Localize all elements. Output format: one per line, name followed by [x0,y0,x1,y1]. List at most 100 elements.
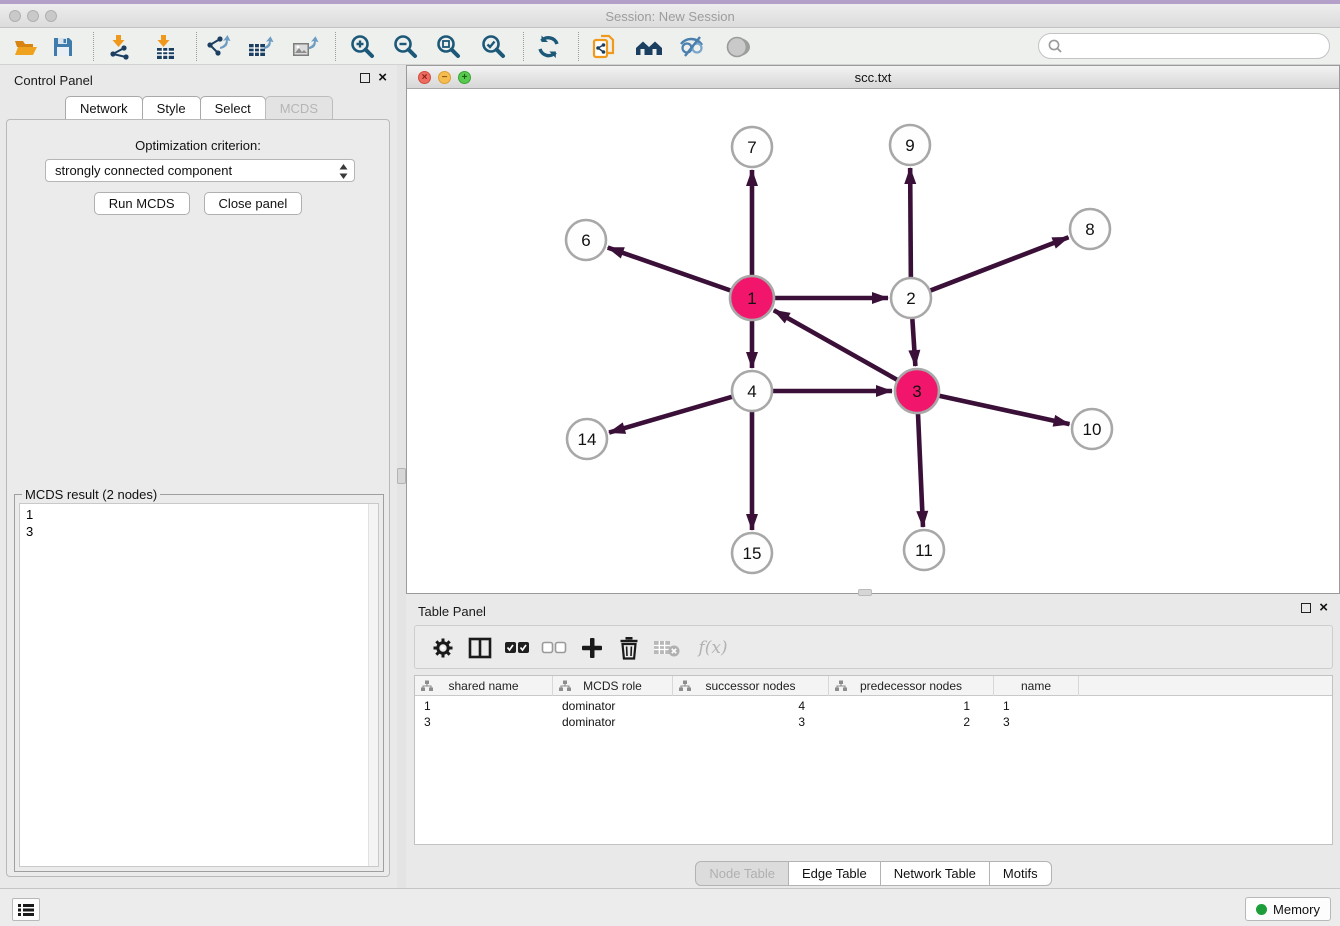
memory-button[interactable]: Memory [1245,897,1331,921]
delete-table-icon[interactable] [653,634,681,662]
graph-node-6[interactable]: 6 [566,220,606,260]
close-table-panel-icon[interactable]: × [1319,603,1328,613]
cell[interactable]: dominator [553,698,673,714]
close-panel-icon[interactable]: × [378,73,387,83]
edge-2-3[interactable] [912,318,915,366]
cell[interactable]: dominator [553,714,673,730]
column-header-predecessor-nodes[interactable]: predecessor nodes [829,676,994,696]
tab-network[interactable]: Network [65,96,143,120]
gear-icon[interactable] [429,634,457,662]
graph-node-7[interactable]: 7 [732,127,772,167]
save-session-icon[interactable] [49,33,77,61]
main-titlebar: Session: New Session [0,4,1340,28]
cell[interactable]: 4 [673,698,829,714]
horizontal-divider-grip[interactable] [858,589,872,596]
float-table-panel-icon[interactable] [1301,603,1311,613]
tab-network-table[interactable]: Network Table [880,861,990,886]
import-network-icon[interactable] [106,33,134,61]
open-session-icon[interactable] [12,33,40,61]
column-header-name[interactable]: name [994,676,1079,696]
node-label: 3 [912,382,921,401]
deselect-all-icon[interactable] [540,634,568,662]
columns-icon[interactable] [466,634,494,662]
tab-select[interactable]: Select [200,96,266,120]
export-network-icon[interactable] [204,33,232,61]
mcds-result-text[interactable]: 13 [19,503,379,867]
cell[interactable]: 3 [673,714,829,730]
search-input[interactable] [1067,39,1329,54]
tab-motifs[interactable]: Motifs [989,861,1052,886]
cell[interactable]: 1 [994,698,1079,714]
graph-node-3[interactable]: 3 [895,369,939,413]
tree-icon [679,680,691,692]
edge-3-1[interactable] [774,310,898,380]
edge-1-6[interactable] [608,248,732,291]
eye-icon[interactable] [723,33,751,61]
graph-node-1[interactable]: 1 [730,276,774,320]
task-history-button[interactable] [12,898,40,921]
graph-node-14[interactable]: 14 [567,419,607,459]
refresh-icon[interactable] [535,33,563,61]
table-panel: Table Panel × [406,596,1340,888]
function-icon[interactable]: f(x) [693,634,733,662]
result-scrollbar[interactable] [368,504,378,866]
control-panel-tabs: NetworkStyleSelectMCDS [0,96,397,120]
search-field[interactable] [1038,33,1330,59]
divider-grip[interactable] [397,468,406,484]
tab-style[interactable]: Style [142,96,201,120]
edge-3-10[interactable] [938,396,1069,424]
run-mcds-button[interactable]: Run MCDS [94,192,190,215]
trash-icon[interactable] [615,634,643,662]
clone-network-icon[interactable] [591,33,619,61]
graph-node-4[interactable]: 4 [732,371,772,411]
export-table-icon[interactable] [247,33,275,61]
mcds-result-box: MCDS result (2 nodes) 13 [14,494,384,872]
table-toolbar: f(x) [414,625,1333,669]
panel-divider[interactable] [397,65,406,888]
tab-edge-table[interactable]: Edge Table [788,861,881,886]
status-bar: Memory [0,888,1340,926]
edge-2-8[interactable] [930,237,1069,291]
optimization-criterion-label: Optimization criterion: [7,138,389,153]
graph-node-11[interactable]: 11 [904,530,944,570]
tab-node-table[interactable]: Node Table [695,861,789,886]
tab-mcds[interactable]: MCDS [265,96,333,120]
add-icon[interactable] [578,634,606,662]
edge-3-11[interactable] [918,413,923,527]
export-image-icon[interactable] [291,33,319,61]
graph-node-2[interactable]: 2 [891,278,931,318]
main-toolbar [0,28,1340,65]
network-graph[interactable]: 7 9 6 8 1 2 4 3 14 10 15 11 [408,89,1338,593]
criterion-selected-value: strongly connected component [55,163,232,178]
cell[interactable]: 1 [829,698,994,714]
node-label: 15 [743,544,762,563]
graph-node-10[interactable]: 10 [1072,409,1112,449]
cell[interactable]: 2 [829,714,994,730]
zoom-selected-icon[interactable] [480,33,508,61]
criterion-select[interactable]: strongly connected component [45,159,355,182]
edge-2-9[interactable] [910,168,911,278]
cell[interactable]: 1 [415,698,553,714]
float-panel-icon[interactable] [360,73,370,83]
hide-glasses-icon[interactable] [678,33,706,61]
select-all-icon[interactable] [503,634,531,662]
zoom-out-icon[interactable] [392,33,420,61]
node-label: 9 [905,136,914,155]
graph-node-8[interactable]: 8 [1070,209,1110,249]
home-icon[interactable] [634,33,662,61]
zoom-in-icon[interactable] [349,33,377,61]
zoom-fit-icon[interactable] [435,33,463,61]
graph-node-9[interactable]: 9 [890,125,930,165]
edge-4-14[interactable] [609,397,733,433]
column-header-successor-nodes[interactable]: successor nodes [673,676,829,696]
network-window-titlebar[interactable]: × − + scc.txt [407,66,1339,89]
close-panel-button[interactable]: Close panel [204,192,303,215]
node-label: 10 [1083,420,1102,439]
import-table-icon[interactable] [151,33,179,61]
cell[interactable]: 3 [994,714,1079,730]
column-header-MCDS-role[interactable]: MCDS role [553,676,673,696]
graph-node-15[interactable]: 15 [732,533,772,573]
cell[interactable]: 3 [415,714,553,730]
node-table: shared nameMCDS rolesuccessor nodesprede… [414,675,1333,845]
column-header-shared-name[interactable]: shared name [415,676,553,696]
